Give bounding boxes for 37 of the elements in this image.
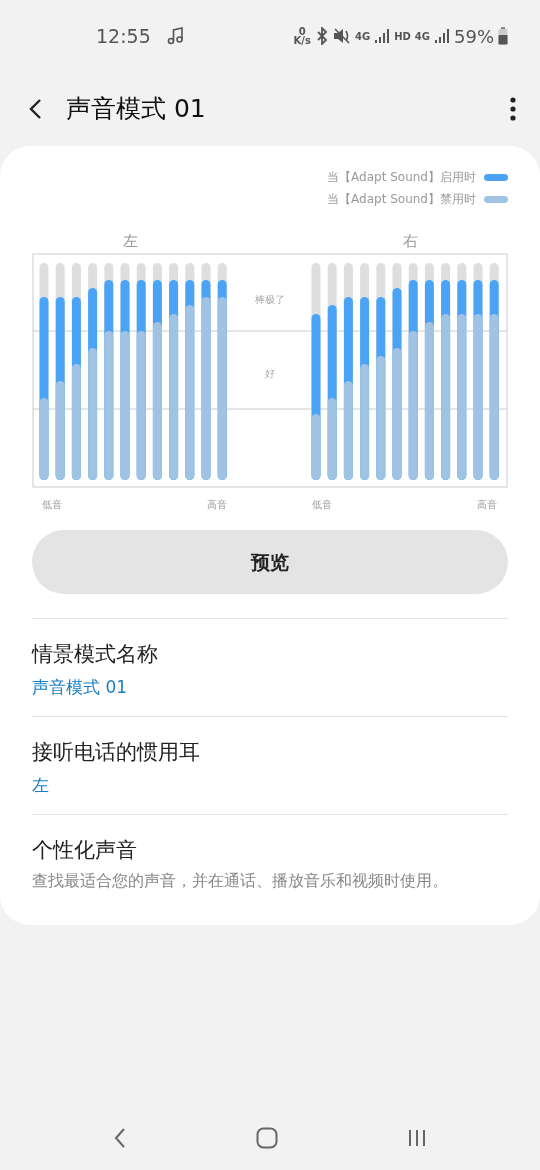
grade-label: 好 bbox=[265, 368, 275, 379]
back-icon[interactable] bbox=[28, 98, 42, 120]
legend-label: 当【Adapt Sound】禁用时 bbox=[327, 191, 476, 208]
bass-label: 低音 bbox=[312, 499, 332, 510]
channel-label: 右 bbox=[402, 232, 418, 250]
setting-value: 声音模式 01 bbox=[32, 675, 129, 699]
music-note-icon bbox=[166, 27, 183, 45]
status-time: 12:55 bbox=[96, 23, 151, 49]
battery-percent: 59% bbox=[454, 24, 494, 49]
mute-icon bbox=[332, 27, 351, 45]
net-speed-indicator: 0 K/s bbox=[293, 27, 311, 45]
setting-item[interactable]: 个性化声音 查找最适合您的声音，并在通话、播放音乐和视频时使用。 bbox=[32, 814, 508, 908]
setting-title: 个性化声音 bbox=[32, 837, 138, 864]
setting-title: 情景模式名称 bbox=[32, 641, 159, 668]
hd-label: HD bbox=[394, 29, 411, 44]
legend-label: 当【Adapt Sound】启用时 bbox=[327, 169, 476, 186]
network-type-label: 4G bbox=[354, 29, 371, 44]
network-type-label: 4G bbox=[414, 29, 430, 44]
home-icon[interactable] bbox=[256, 1127, 278, 1149]
signal-icon bbox=[434, 28, 450, 44]
setting-value: 左 bbox=[32, 773, 50, 797]
bluetooth-icon bbox=[314, 27, 329, 45]
treble-label: 高音 bbox=[207, 499, 227, 510]
bass-label: 低音 bbox=[42, 499, 62, 510]
battery-icon bbox=[498, 27, 508, 45]
signal-icon bbox=[374, 28, 391, 44]
setting-item[interactable]: 接听电话的惯用耳 左 bbox=[32, 716, 508, 814]
grade-label: 棒极了 bbox=[255, 294, 285, 305]
setting-title: 接听电话的惯用耳 bbox=[32, 739, 201, 766]
preview-button[interactable]: 预览 bbox=[32, 530, 508, 594]
recent-apps-icon[interactable] bbox=[407, 1128, 428, 1148]
setting-item[interactable]: 情景模式名称 声音模式 01 bbox=[32, 618, 508, 716]
channel-label: 左 bbox=[122, 232, 138, 250]
more-options-icon[interactable] bbox=[510, 97, 516, 121]
treble-label: 高音 bbox=[477, 499, 497, 510]
page-title: 声音模式 01 bbox=[66, 93, 206, 126]
setting-description: 查找最适合您的声音，并在通话、播放音乐和视频时使用。 bbox=[32, 870, 449, 892]
